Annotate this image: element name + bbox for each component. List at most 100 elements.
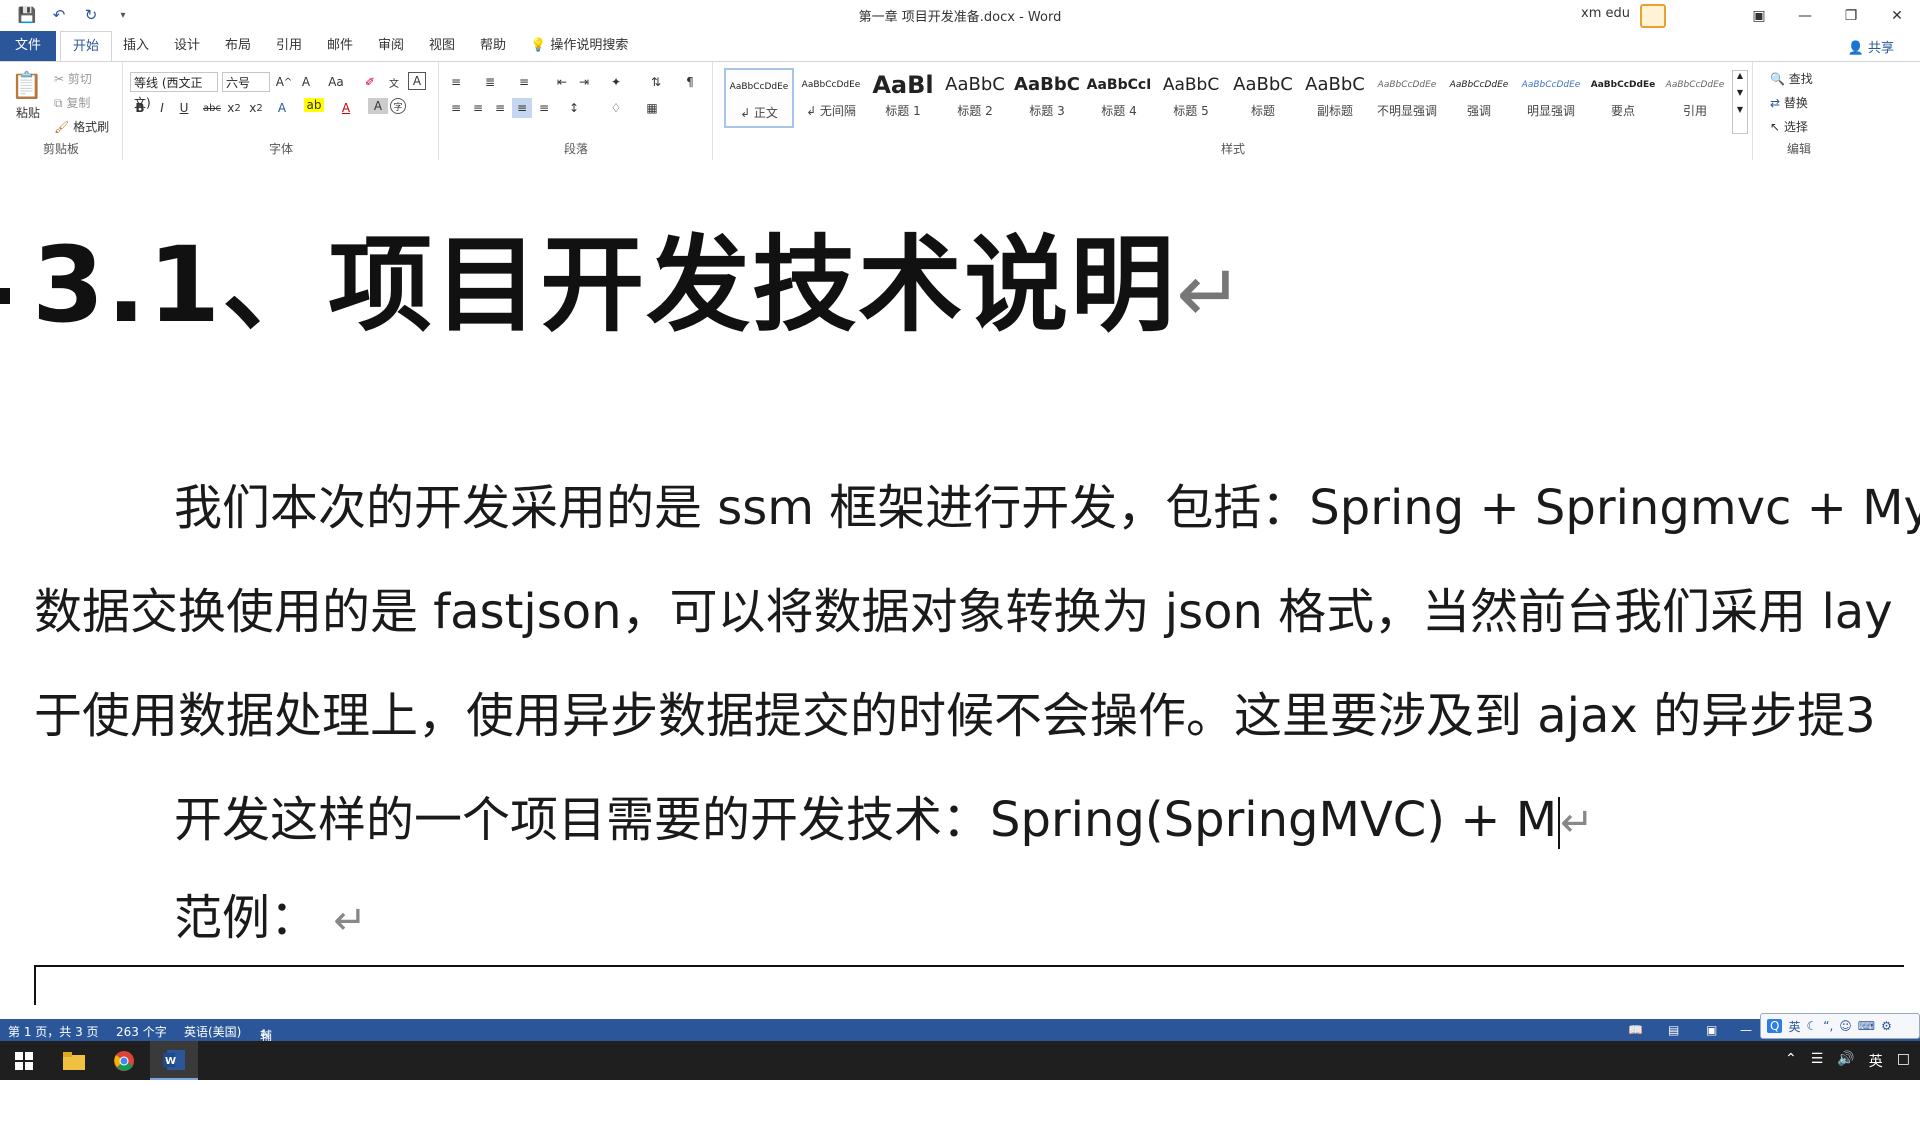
find-button[interactable]: 🔍 查找: [1770, 70, 1813, 87]
bullets-icon[interactable]: ≡: [446, 72, 466, 92]
paragraph-line[interactable]: 于使用数据处理上，使用异步数据提交的时候不会操作。这里要涉及到 ajax 的异步…: [34, 676, 1876, 746]
paste-label[interactable]: 粘贴: [16, 104, 40, 121]
multilevel-list-icon[interactable]: ≡: [514, 72, 534, 92]
styles-gallery-scroll[interactable]: ▲ ▼ ▼: [1732, 70, 1748, 134]
tab-design[interactable]: 设计: [167, 31, 207, 61]
paragraph-line[interactable]: 范例： ↵: [174, 878, 367, 948]
text-effects-icon[interactable]: A: [272, 98, 292, 118]
document-page[interactable]: 3.1、项目开发技术说明↵ 我们本次的开发采用的是 ssm 框架进行开发，包括：…: [0, 160, 1920, 1020]
font-size-select[interactable]: 六号: [222, 72, 270, 92]
chinese-layout-icon[interactable]: ✦: [606, 72, 626, 92]
style-emphasis[interactable]: AaBbCcDdEe 强调: [1444, 68, 1514, 128]
align-left-icon[interactable]: ≡: [446, 98, 466, 118]
line-spacing-icon[interactable]: ↕: [564, 98, 584, 118]
style-normal[interactable]: AaBbCcDdEe ↲ 正文: [724, 68, 794, 128]
superscript-icon[interactable]: x2: [246, 98, 266, 118]
keyboard-icon[interactable]: ⌨: [1858, 1019, 1875, 1033]
style-title[interactable]: AaBbC 标题: [1228, 68, 1298, 128]
font-family-select[interactable]: 等线 (西文正文): [130, 72, 218, 110]
style-quote[interactable]: AaBbCcDdEe 引用: [1660, 68, 1730, 128]
settings-icon[interactable]: ⚙: [1881, 1019, 1892, 1033]
tab-help[interactable]: 帮助: [473, 31, 513, 61]
tab-review[interactable]: 审阅: [371, 31, 411, 61]
underline-icon[interactable]: U: [174, 98, 194, 118]
chevron-up-icon[interactable]: ▲: [1733, 71, 1747, 80]
tab-references[interactable]: 引用: [269, 31, 309, 61]
chevron-down-icon[interactable]: ▼: [1733, 88, 1747, 97]
windows-start-icon[interactable]: [0, 1041, 48, 1080]
borders-icon[interactable]: ▦: [642, 98, 662, 118]
strikethrough-icon[interactable]: abc: [202, 98, 222, 118]
italic-icon[interactable]: I: [152, 98, 172, 118]
sort-icon[interactable]: ⇅: [646, 72, 666, 92]
word-count[interactable]: 263 个字: [116, 1023, 167, 1040]
style-strong[interactable]: AaBbCcDdEe 要点: [1588, 68, 1658, 128]
align-right-icon[interactable]: ≡: [490, 98, 510, 118]
show-marks-icon[interactable]: ¶: [680, 72, 700, 92]
change-case-icon[interactable]: Aa: [322, 72, 350, 92]
word-taskbar-icon[interactable]: W: [150, 1041, 198, 1080]
character-shading-icon[interactable]: A: [368, 98, 388, 114]
share-button[interactable]: 👤 共享: [1848, 37, 1894, 56]
minimize-icon[interactable]: —: [1782, 0, 1828, 31]
subscript-icon[interactable]: x2: [224, 98, 244, 118]
style-heading-1[interactable]: AaBl 标题 1: [868, 68, 938, 128]
paste-icon[interactable]: 📋: [11, 70, 43, 102]
page-count[interactable]: 第 1 页，共 3 页: [8, 1023, 99, 1040]
print-layout-icon[interactable]: ▤: [1668, 1023, 1679, 1037]
enclose-characters-icon[interactable]: 字: [390, 98, 406, 114]
numbering-icon[interactable]: ≣: [480, 72, 500, 92]
language-indicator[interactable]: 英语(美国): [184, 1023, 241, 1040]
paragraph-line[interactable]: 我们本次的开发采用的是 ssm 框架进行开发，包括：Spring + Sprin…: [174, 468, 1920, 538]
clear-formatting-icon[interactable]: ✐: [360, 72, 380, 92]
increase-indent-icon[interactable]: ⇥: [574, 72, 594, 92]
tab-home[interactable]: 开始: [60, 31, 112, 62]
paragraph-line[interactable]: 数据交换使用的是 fastjson，可以将数据对象转换为 json 格式，当然前…: [34, 572, 1893, 642]
copy-button[interactable]: ⧉ 复制: [54, 94, 90, 111]
more-styles-icon[interactable]: ▼: [1733, 105, 1747, 114]
style-intense-emphasis[interactable]: AaBbCcDdEe 明显强调: [1516, 68, 1586, 128]
file-explorer-icon[interactable]: [50, 1041, 98, 1080]
tab-view[interactable]: 视图: [422, 31, 462, 61]
ime-toolbar[interactable]: Q 英 ☾ “, ☺ ⌨ ⚙: [1760, 1013, 1920, 1039]
close-icon[interactable]: ✕: [1874, 0, 1920, 31]
highlight-icon[interactable]: ab: [304, 98, 324, 112]
format-painter-button[interactable]: 🖌 格式刷: [54, 118, 109, 135]
volume-icon[interactable]: 🔊: [1837, 1051, 1854, 1071]
tell-me-search[interactable]: 💡 操作说明搜索: [530, 31, 640, 61]
bold-icon[interactable]: B: [130, 98, 150, 118]
style-heading-4[interactable]: AaBbCcI 标题 4: [1084, 68, 1154, 128]
shrink-font-icon[interactable]: A: [296, 72, 316, 92]
style-subtitle[interactable]: AaBbC 副标题: [1300, 68, 1370, 128]
chevron-up-icon[interactable]: ⌃: [1785, 1051, 1797, 1071]
moon-icon[interactable]: ☾: [1806, 1019, 1817, 1033]
user-name[interactable]: xm edu: [1581, 6, 1630, 21]
read-mode-icon[interactable]: 📖: [1628, 1023, 1643, 1037]
heading-1[interactable]: 3.1、项目开发技术说明↵: [32, 200, 1245, 351]
select-button[interactable]: ↖ 选择: [1770, 118, 1808, 135]
style-no-spacing[interactable]: AaBbCcDdEe ↲ 无间隔: [796, 68, 866, 128]
style-heading-3[interactable]: AaBbC 标题 3: [1012, 68, 1082, 128]
notifications-icon[interactable]: □: [1897, 1051, 1910, 1071]
style-subtle-emphasis[interactable]: AaBbCcDdEe 不明显强调: [1372, 68, 1442, 128]
style-heading-5[interactable]: AaBbC 标题 5: [1156, 68, 1226, 128]
paragraph-line[interactable]: 开发这样的一个项目需要的开发技术：Spring(SpringMVC) + M↵: [174, 780, 1594, 850]
chrome-icon[interactable]: [100, 1041, 148, 1080]
align-center-icon[interactable]: ≡: [468, 98, 488, 118]
grow-font-icon[interactable]: A ^: [274, 72, 294, 92]
emoji-icon[interactable]: ☺: [1839, 1019, 1852, 1033]
distributed-icon[interactable]: ≡: [534, 98, 554, 118]
style-heading-2[interactable]: AaBbC 标题 2: [940, 68, 1010, 128]
replace-button[interactable]: ⇄ 替换: [1770, 94, 1808, 111]
web-layout-icon[interactable]: ▣: [1706, 1023, 1717, 1037]
tab-insert[interactable]: 插入: [116, 31, 156, 61]
tab-file[interactable]: 文件: [0, 31, 56, 61]
character-border-icon[interactable]: A: [408, 72, 426, 90]
zoom-out-icon[interactable]: —: [1740, 1023, 1752, 1037]
font-color-icon[interactable]: A: [336, 98, 356, 118]
justify-icon[interactable]: ≡: [512, 98, 532, 118]
ime-mode[interactable]: 英: [1788, 1018, 1800, 1035]
ribbon-display-icon[interactable]: ▣: [1736, 0, 1782, 31]
tab-mailings[interactable]: 邮件: [320, 31, 360, 61]
cut-button[interactable]: ✂ 剪切: [54, 70, 92, 87]
